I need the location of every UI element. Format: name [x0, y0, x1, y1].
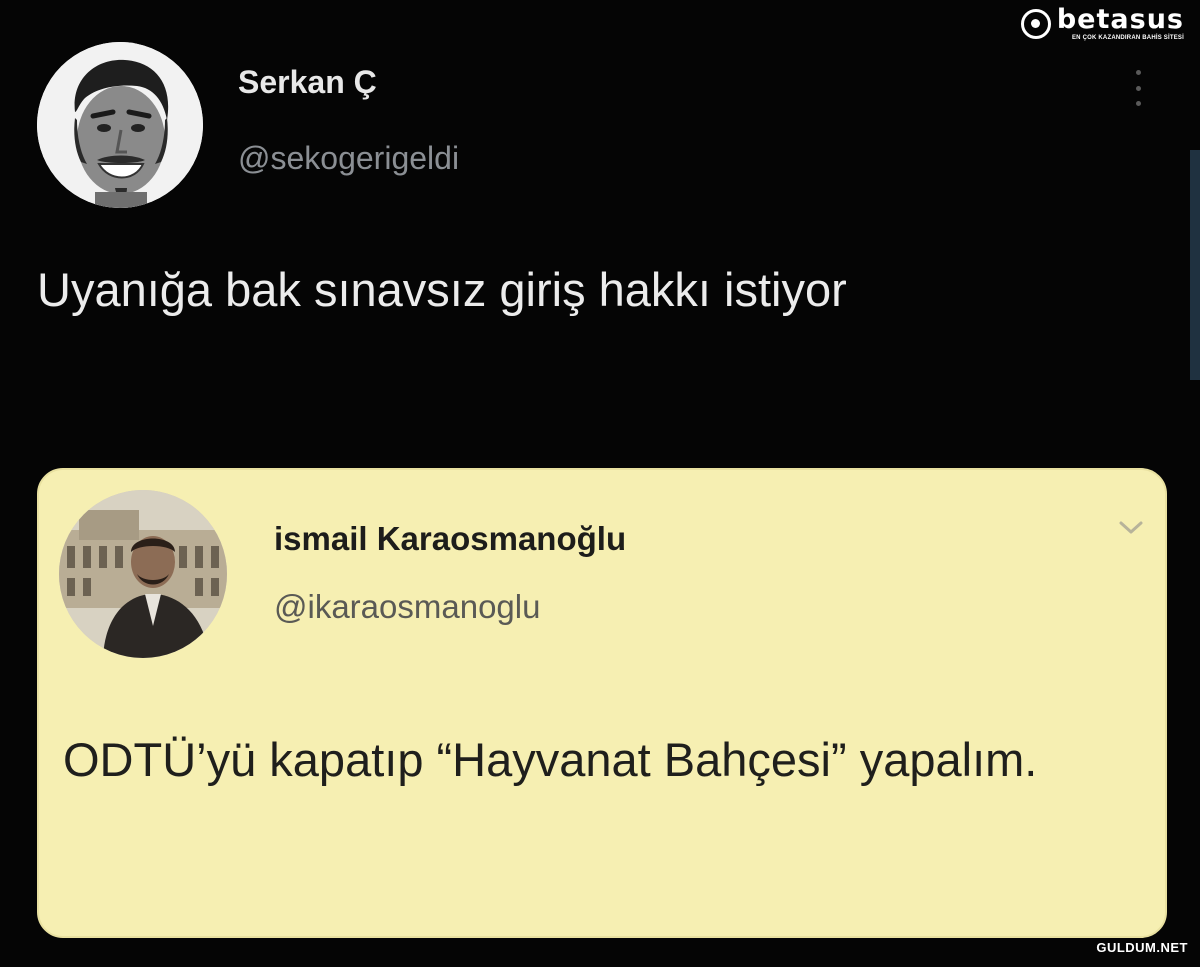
betasus-logo-icon	[1020, 8, 1051, 39]
author-name[interactable]: Serkan Ç	[238, 64, 377, 101]
tweet-body: Uyanığa bak sınavsız giriş hakkı istiyor	[37, 263, 847, 316]
author-handle[interactable]: @sekogerigeldi	[238, 140, 459, 177]
more-options-icon[interactable]	[1133, 70, 1143, 106]
scrollbar[interactable]	[1190, 150, 1200, 380]
author-avatar[interactable]	[37, 42, 203, 208]
chevron-down-icon[interactable]	[1117, 518, 1145, 538]
quoted-author-avatar[interactable]	[59, 490, 227, 658]
quoted-author-name[interactable]: ismail Karaosmanoğlu	[274, 520, 626, 558]
profile-photo-icon	[37, 42, 203, 208]
quoted-author-handle[interactable]: @ikaraosmanoglu	[274, 588, 540, 626]
quoted-tweet-body: ODTÜ’yü kapatıp “Hayvanat Bahçesi” yapal…	[63, 733, 1038, 786]
tweet-screenshot: betasus EN ÇOK KAZANDIRAN BAHİS SİTESİ S…	[0, 0, 1200, 967]
quoted-tweet-card[interactable]: ismail Karaosmanoğlu @ikaraosmanoglu ODT…	[37, 468, 1167, 938]
watermark-tagline: EN ÇOK KAZANDIRAN BAHİS SİTESİ	[1071, 35, 1184, 41]
guldum-watermark: GULDUM.NET	[1096, 940, 1188, 955]
profile-photo-icon	[59, 490, 227, 658]
watermark-brand: betasus	[1056, 4, 1184, 35]
betasus-watermark: betasus EN ÇOK KAZANDIRAN BAHİS SİTESİ	[1020, 4, 1184, 41]
